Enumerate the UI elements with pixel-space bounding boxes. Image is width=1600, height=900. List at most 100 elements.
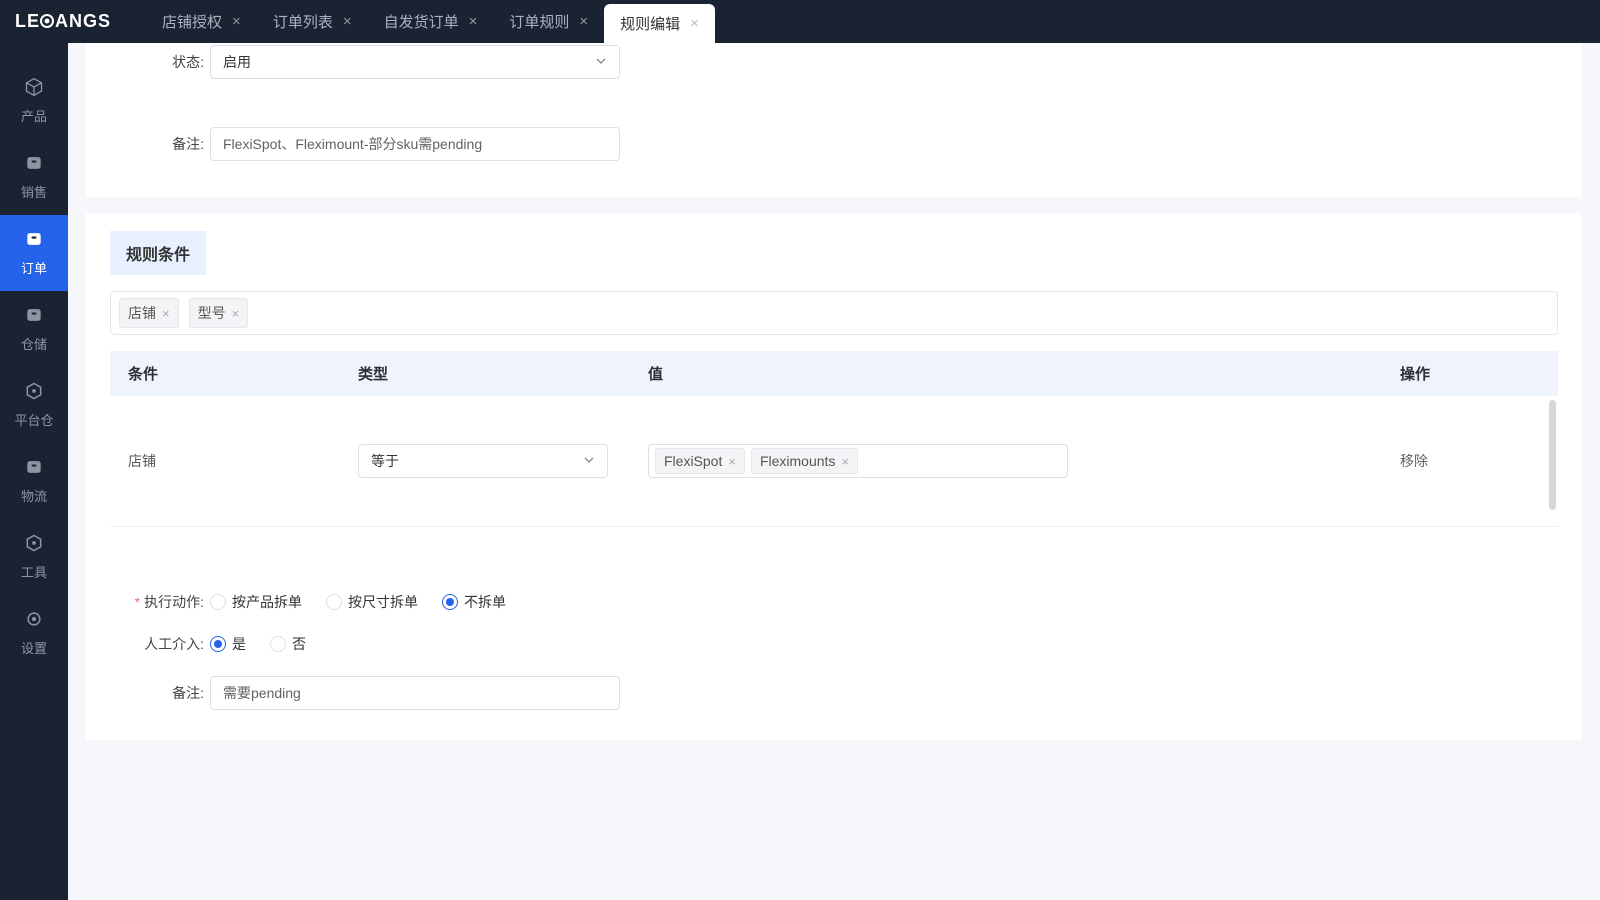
tab-label: 订单规则 bbox=[509, 11, 569, 32]
radio-label: 按产品拆单 bbox=[232, 592, 302, 612]
action-radio-0[interactable]: 按产品拆单 bbox=[210, 592, 302, 612]
manual-radio-1[interactable]: 否 bbox=[270, 634, 306, 654]
sidebar-item-2[interactable]: 订单 bbox=[0, 215, 68, 291]
logo-suffix: ANGS bbox=[55, 11, 111, 31]
box-icon bbox=[24, 229, 44, 252]
filter-tag[interactable]: 型号 × bbox=[189, 298, 249, 328]
manual-row: 人工介入: 是 否 bbox=[110, 634, 1558, 654]
scrollbar-thumb[interactable] bbox=[1549, 400, 1556, 510]
exec-action-label: *执行动作: bbox=[110, 592, 210, 612]
tab-0[interactable]: 店铺授权 × bbox=[146, 0, 257, 43]
close-icon[interactable]: × bbox=[343, 13, 352, 30]
condition-row: 店铺等于 FlexiSpot × Fleximounts × 移除 bbox=[110, 396, 1558, 527]
box-icon bbox=[24, 457, 44, 480]
radio-icon bbox=[210, 594, 226, 610]
tab-label: 店铺授权 bbox=[162, 11, 222, 32]
close-icon[interactable]: × bbox=[690, 15, 699, 32]
col-header-action: 操作 bbox=[1400, 363, 1540, 384]
status-row: 状态: 启用 bbox=[110, 45, 1558, 79]
sidebar-label: 工具 bbox=[21, 562, 47, 581]
close-icon[interactable]: × bbox=[841, 454, 849, 469]
remark-label-bottom: 备注: bbox=[110, 683, 210, 703]
conditions-body: 店铺等于 FlexiSpot × Fleximounts × 移除 bbox=[110, 396, 1558, 566]
top-header: LE ANGS 店铺授权 × 订单列表 × 自发货订单 × 订单规则 × 规则编辑 × bbox=[0, 0, 1600, 43]
type-select[interactable]: 等于 bbox=[358, 444, 608, 478]
col-header-type: 类型 bbox=[358, 363, 648, 384]
close-icon[interactable]: × bbox=[728, 454, 736, 469]
remark-label-top: 备注: bbox=[110, 134, 210, 154]
value-tag[interactable]: Fleximounts × bbox=[751, 448, 858, 474]
status-value: 启用 bbox=[223, 52, 251, 72]
tab-3[interactable]: 订单规则 × bbox=[493, 0, 604, 43]
close-icon[interactable]: × bbox=[232, 13, 241, 30]
radio-label: 按尺寸拆单 bbox=[348, 592, 418, 612]
remove-link[interactable]: 移除 bbox=[1400, 453, 1428, 469]
chevron-down-icon bbox=[583, 453, 595, 469]
manual-label: 人工介入: bbox=[110, 634, 210, 654]
close-icon[interactable]: × bbox=[162, 306, 170, 321]
type-value: 等于 bbox=[371, 451, 399, 471]
sidebar-label: 产品 bbox=[21, 106, 47, 125]
sidebar-label: 订单 bbox=[21, 258, 47, 277]
remark-row-bottom: 备注: bbox=[110, 676, 1558, 710]
tab-label: 自发货订单 bbox=[384, 11, 459, 32]
sidebar-item-6[interactable]: 工具 bbox=[0, 519, 68, 595]
status-label: 状态: bbox=[110, 52, 210, 72]
value-tag-label: Fleximounts bbox=[760, 453, 835, 469]
rule-section-title: 规则条件 bbox=[110, 231, 206, 275]
conditions-header: 条件 类型 值 操作 bbox=[110, 351, 1558, 396]
tab-2[interactable]: 自发货订单 × bbox=[368, 0, 494, 43]
radio-label: 不拆单 bbox=[464, 592, 506, 612]
cube-icon bbox=[24, 77, 44, 100]
sidebar-item-4[interactable]: 平台仓 bbox=[0, 367, 68, 443]
filter-tag[interactable]: 店铺 × bbox=[119, 298, 179, 328]
radio-icon bbox=[270, 636, 286, 652]
bottom-form: *执行动作: 按产品拆单 按尺寸拆单 不拆单 人工介入: 是 否 备注: bbox=[110, 592, 1558, 710]
tab-bar: 店铺授权 × 订单列表 × 自发货订单 × 订单规则 × 规则编辑 × bbox=[146, 0, 715, 43]
box-icon bbox=[24, 305, 44, 328]
col-header-cond: 条件 bbox=[128, 363, 358, 384]
remark-input-top[interactable] bbox=[210, 127, 620, 161]
status-select[interactable]: 启用 bbox=[210, 45, 620, 79]
box-icon bbox=[24, 153, 44, 176]
value-tag[interactable]: FlexiSpot × bbox=[655, 448, 745, 474]
filter-tag-label: 店铺 bbox=[128, 303, 156, 323]
exec-action-label-text: 执行动作: bbox=[144, 594, 204, 610]
hex-icon bbox=[24, 533, 44, 556]
sidebar-item-0[interactable]: 产品 bbox=[0, 63, 68, 139]
sidebar: 产品销售订单仓储平台仓物流工具设置 bbox=[0, 43, 68, 900]
tab-4[interactable]: 规则编辑 × bbox=[604, 4, 715, 43]
close-icon[interactable]: × bbox=[469, 13, 478, 30]
exec-action-radios: 按产品拆单 按尺寸拆单 不拆单 bbox=[210, 592, 506, 612]
value-tag-label: FlexiSpot bbox=[664, 453, 722, 469]
chevron-down-icon bbox=[595, 54, 607, 70]
hex-icon bbox=[24, 381, 44, 404]
cond-action-cell: 移除 bbox=[1400, 451, 1540, 471]
action-radio-2[interactable]: 不拆单 bbox=[442, 592, 506, 612]
tab-1[interactable]: 订单列表 × bbox=[257, 0, 368, 43]
remark-input-bottom[interactable] bbox=[210, 676, 620, 710]
filter-tag-label: 型号 bbox=[198, 303, 226, 323]
cond-name: 店铺 bbox=[128, 451, 358, 471]
close-icon[interactable]: × bbox=[232, 306, 240, 321]
sidebar-item-7[interactable]: 设置 bbox=[0, 595, 68, 671]
sidebar-item-3[interactable]: 仓储 bbox=[0, 291, 68, 367]
cond-type-cell: 等于 bbox=[358, 444, 648, 478]
remark-row-top: 备注: bbox=[110, 127, 1558, 161]
tab-label: 规则编辑 bbox=[620, 13, 680, 34]
cond-value-cell: FlexiSpot × Fleximounts × bbox=[648, 444, 1400, 478]
col-header-value: 值 bbox=[648, 363, 1400, 384]
manual-radio-0[interactable]: 是 bbox=[210, 634, 246, 654]
radio-icon bbox=[326, 594, 342, 610]
sidebar-item-1[interactable]: 销售 bbox=[0, 139, 68, 215]
close-icon[interactable]: × bbox=[579, 13, 588, 30]
tab-label: 订单列表 bbox=[273, 11, 333, 32]
logo-prefix: LE bbox=[15, 11, 40, 31]
top-form-panel: 状态: 启用 备注: bbox=[86, 43, 1582, 197]
action-radio-1[interactable]: 按尺寸拆单 bbox=[326, 592, 418, 612]
value-tags-input[interactable]: FlexiSpot × Fleximounts × bbox=[648, 444, 1068, 478]
sidebar-label: 销售 bbox=[21, 182, 47, 201]
filter-tag-row[interactable]: 店铺 × 型号 × bbox=[110, 291, 1558, 335]
sidebar-item-5[interactable]: 物流 bbox=[0, 443, 68, 519]
rule-panel: 规则条件 店铺×型号× 条件 类型 值 操作 店铺等于FlexiSpot×Fle… bbox=[86, 213, 1582, 740]
